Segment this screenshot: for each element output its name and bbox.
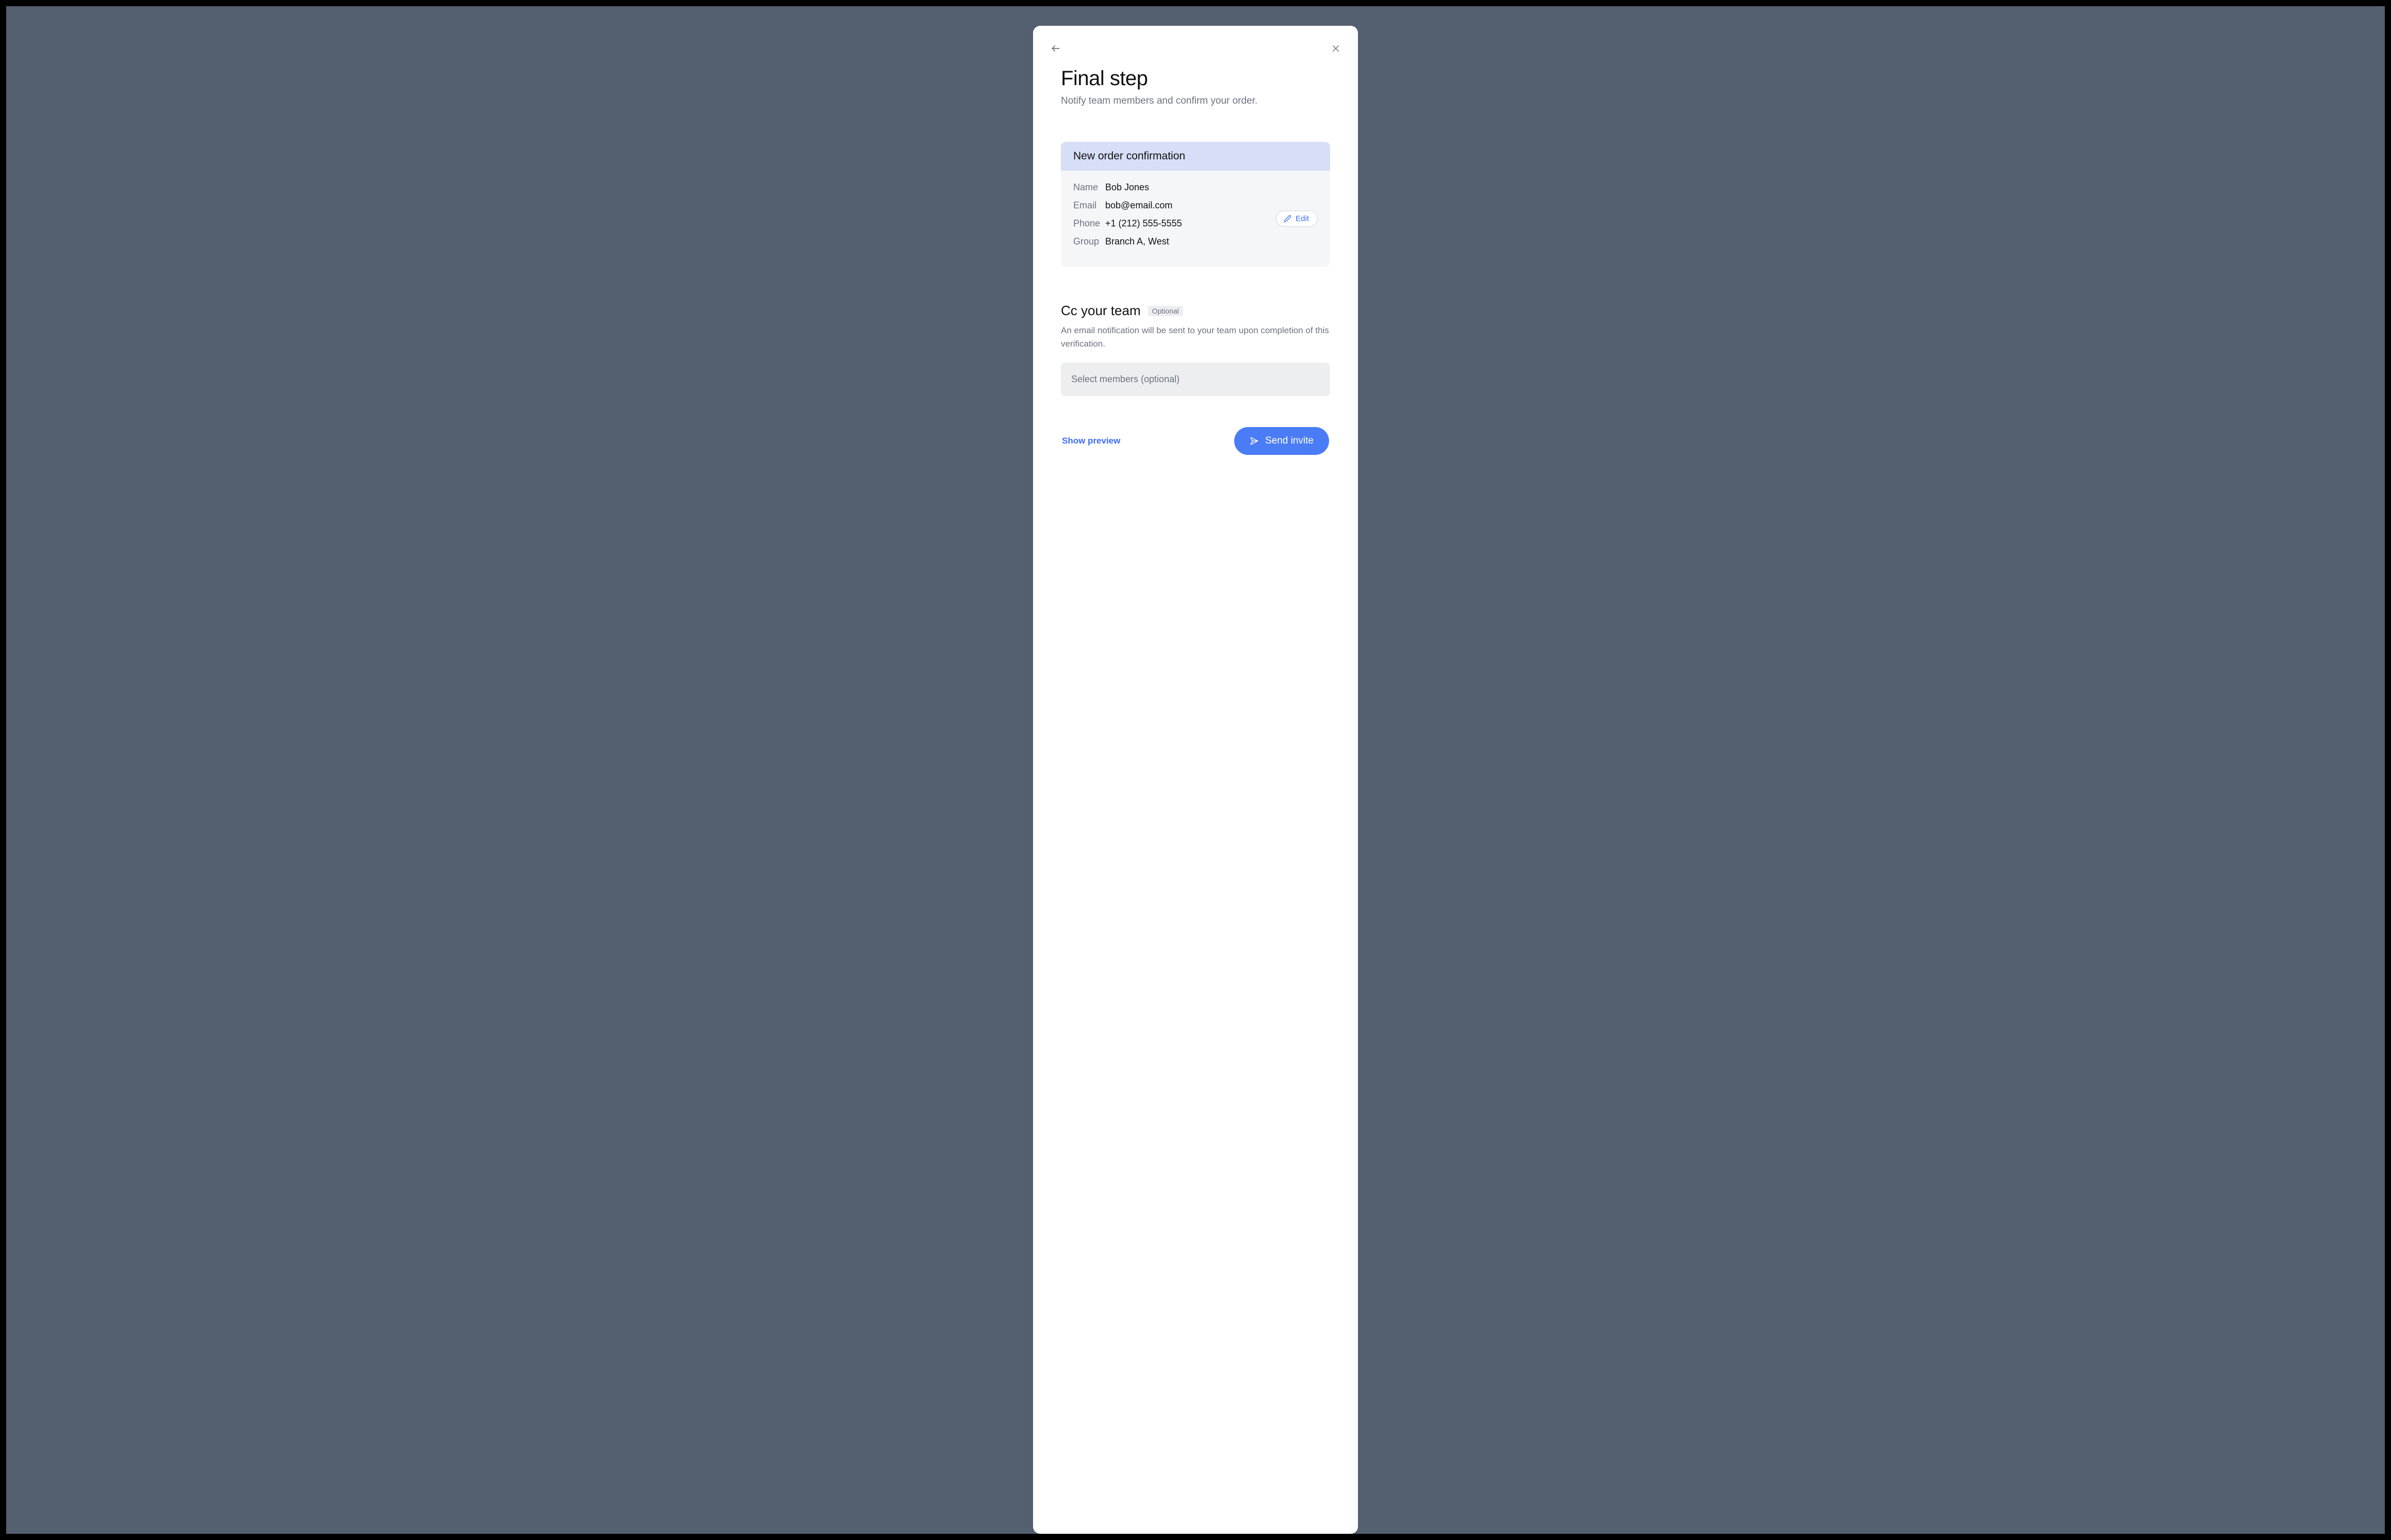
email-label: Email	[1073, 200, 1105, 211]
modal-content: Final step Notify team members and confi…	[1033, 56, 1358, 396]
show-preview-button[interactable]: Show preview	[1062, 436, 1120, 446]
optional-badge: Optional	[1148, 306, 1183, 316]
name-value: Bob Jones	[1105, 182, 1149, 193]
cc-header-row: Cc your team Optional	[1061, 303, 1330, 319]
detail-row-group: Group Branch A, West	[1073, 236, 1318, 247]
email-value: bob@email.com	[1105, 200, 1172, 211]
card-header: New order confirmation	[1061, 142, 1330, 171]
edit-label: Edit	[1296, 215, 1309, 223]
cc-title: Cc your team	[1061, 303, 1141, 319]
page-background: Final step Notify team members and confi…	[6, 6, 2385, 1534]
phone-value: +1 (212) 555-5555	[1105, 218, 1182, 229]
select-members-input[interactable]: Select members (optional)	[1061, 363, 1330, 396]
close-icon	[1331, 44, 1340, 53]
modal-top-controls	[1033, 41, 1358, 56]
group-value: Branch A, West	[1105, 236, 1169, 247]
page-subtitle: Notify team members and confirm your ord…	[1061, 95, 1330, 107]
pencil-icon	[1284, 215, 1291, 223]
arrow-left-icon	[1051, 43, 1061, 54]
edit-button[interactable]: Edit	[1276, 211, 1318, 227]
card-body: Name Bob Jones Email bob@email.com Phone…	[1061, 171, 1330, 267]
name-label: Name	[1073, 182, 1105, 193]
phone-label: Phone	[1073, 218, 1105, 229]
select-placeholder: Select members (optional)	[1071, 374, 1180, 384]
send-icon	[1250, 436, 1259, 446]
detail-row-name: Name Bob Jones	[1073, 182, 1318, 193]
cc-description: An email notification will be sent to yo…	[1061, 324, 1330, 350]
send-invite-label: Send invite	[1265, 435, 1314, 447]
page-title: Final step	[1061, 67, 1330, 90]
detail-row-email: Email bob@email.com	[1073, 200, 1318, 211]
modal-dialog: Final step Notify team members and confi…	[1033, 26, 1358, 1534]
close-button[interactable]	[1329, 42, 1342, 55]
send-invite-button[interactable]: Send invite	[1234, 427, 1329, 455]
back-button[interactable]	[1049, 41, 1063, 56]
modal-footer: Show preview Send invite	[1033, 427, 1358, 455]
order-confirmation-card: New order confirmation Name Bob Jones Em…	[1061, 142, 1330, 267]
group-label: Group	[1073, 236, 1105, 247]
